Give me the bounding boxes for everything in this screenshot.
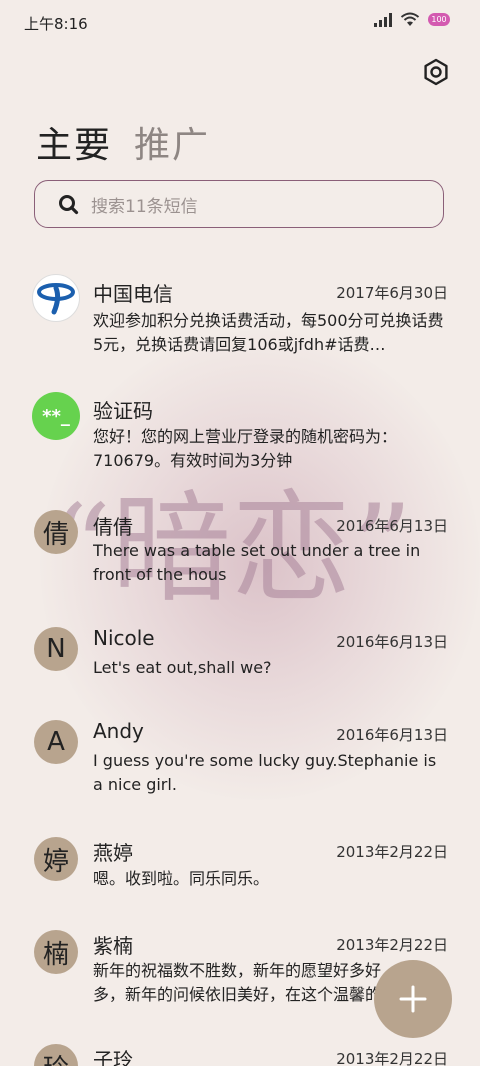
conversation-item[interactable]: 倩 倩倩 2016年6月13日 There was a table set ou… bbox=[0, 508, 480, 598]
china-telecom-logo-icon bbox=[32, 274, 80, 322]
avatar: 倩 bbox=[34, 510, 78, 554]
message-date: 2013年2月22日 bbox=[336, 1050, 448, 1066]
battery-level: 100 bbox=[431, 15, 447, 24]
contact-name: Nicole bbox=[93, 626, 155, 650]
message-preview: 新年的祝福数不胜数，新年的愿望好多好多，新年的问候依旧美好，在这个温馨的 bbox=[93, 961, 382, 1004]
message-preview: 欢迎参加积分兑换话费活动，每500分可兑换话费5元，兑换话费请回复106或jfd… bbox=[93, 311, 444, 354]
settings-gear-icon[interactable] bbox=[422, 58, 450, 86]
message-preview: I guess you're some lucky guy.Stephanie … bbox=[93, 751, 437, 794]
telecom-swirl-icon bbox=[37, 283, 75, 315]
message-preview: Let's eat out,shall we? bbox=[93, 658, 272, 677]
message-preview: 您好！您的网上营业厅登录的随机密码为：710679。有效时间为3分钟 bbox=[93, 427, 398, 470]
conversation-item[interactable]: N Nicole 2016年6月13日 Let's eat out,shall … bbox=[0, 625, 480, 695]
message-preview: 嗯。收到啦。同乐同乐。 bbox=[93, 869, 270, 888]
message-date: 2013年2月22日 bbox=[336, 936, 448, 954]
new-message-button[interactable] bbox=[374, 960, 452, 1038]
plus-icon bbox=[399, 985, 427, 1013]
status-bar: 上午8:16 100 bbox=[0, 0, 480, 46]
tab-bar: 主要 推广 bbox=[36, 116, 210, 168]
contact-name: 倩倩 bbox=[93, 515, 133, 539]
search-icon bbox=[59, 195, 79, 215]
contact-name: 验证码 bbox=[93, 399, 153, 423]
avatar: 玲 bbox=[34, 1044, 78, 1066]
avatar: **_ bbox=[32, 392, 80, 440]
signal-icon bbox=[374, 12, 392, 27]
wifi-icon bbox=[400, 12, 420, 26]
avatar: 婷 bbox=[34, 837, 78, 881]
message-preview: There was a table set out under a tree i… bbox=[93, 541, 421, 584]
search-bar[interactable]: 搜索11条短信 bbox=[34, 180, 444, 228]
message-date: 2013年2月22日 bbox=[336, 843, 448, 861]
message-date: 2016年6月13日 bbox=[336, 633, 448, 651]
conversation-item[interactable]: 中国电信 2017年6月30日 欢迎参加积分兑换话费活动，每500分可兑换话费5… bbox=[0, 272, 480, 372]
tab-promo[interactable]: 推广 bbox=[134, 116, 210, 168]
conversation-item[interactable]: 婷 燕婷 2013年2月22日 嗯。收到啦。同乐同乐。 bbox=[0, 835, 480, 905]
conversation-item[interactable]: A Andy 2016年6月13日 I guess you're some lu… bbox=[0, 718, 480, 808]
status-icons: 100 bbox=[374, 12, 450, 27]
status-time: 上午8:16 bbox=[24, 15, 88, 33]
message-date: 2016年6月13日 bbox=[336, 517, 448, 535]
contact-name: 中国电信 bbox=[93, 282, 173, 306]
search-placeholder: 搜索11条短信 bbox=[91, 196, 198, 217]
message-date: 2016年6月13日 bbox=[336, 726, 448, 744]
avatar: 楠 bbox=[34, 930, 78, 974]
contact-name: 燕婷 bbox=[93, 841, 133, 865]
tab-primary[interactable]: 主要 bbox=[36, 116, 112, 168]
battery-icon: 100 bbox=[428, 13, 450, 26]
avatar: N bbox=[34, 627, 78, 671]
contact-name: 子玲 bbox=[93, 1048, 133, 1066]
message-date: 2017年6月30日 bbox=[336, 284, 448, 302]
contact-name: 紫楠 bbox=[93, 934, 133, 958]
contact-name: Andy bbox=[93, 719, 144, 743]
avatar: A bbox=[34, 720, 78, 764]
conversation-item[interactable]: **_ 验证码 您好！您的网上营业厅登录的随机密码为：710679。有效时间为3… bbox=[0, 390, 480, 480]
conversation-item[interactable]: 玲 子玲 2013年2月22日 bbox=[0, 1042, 480, 1066]
